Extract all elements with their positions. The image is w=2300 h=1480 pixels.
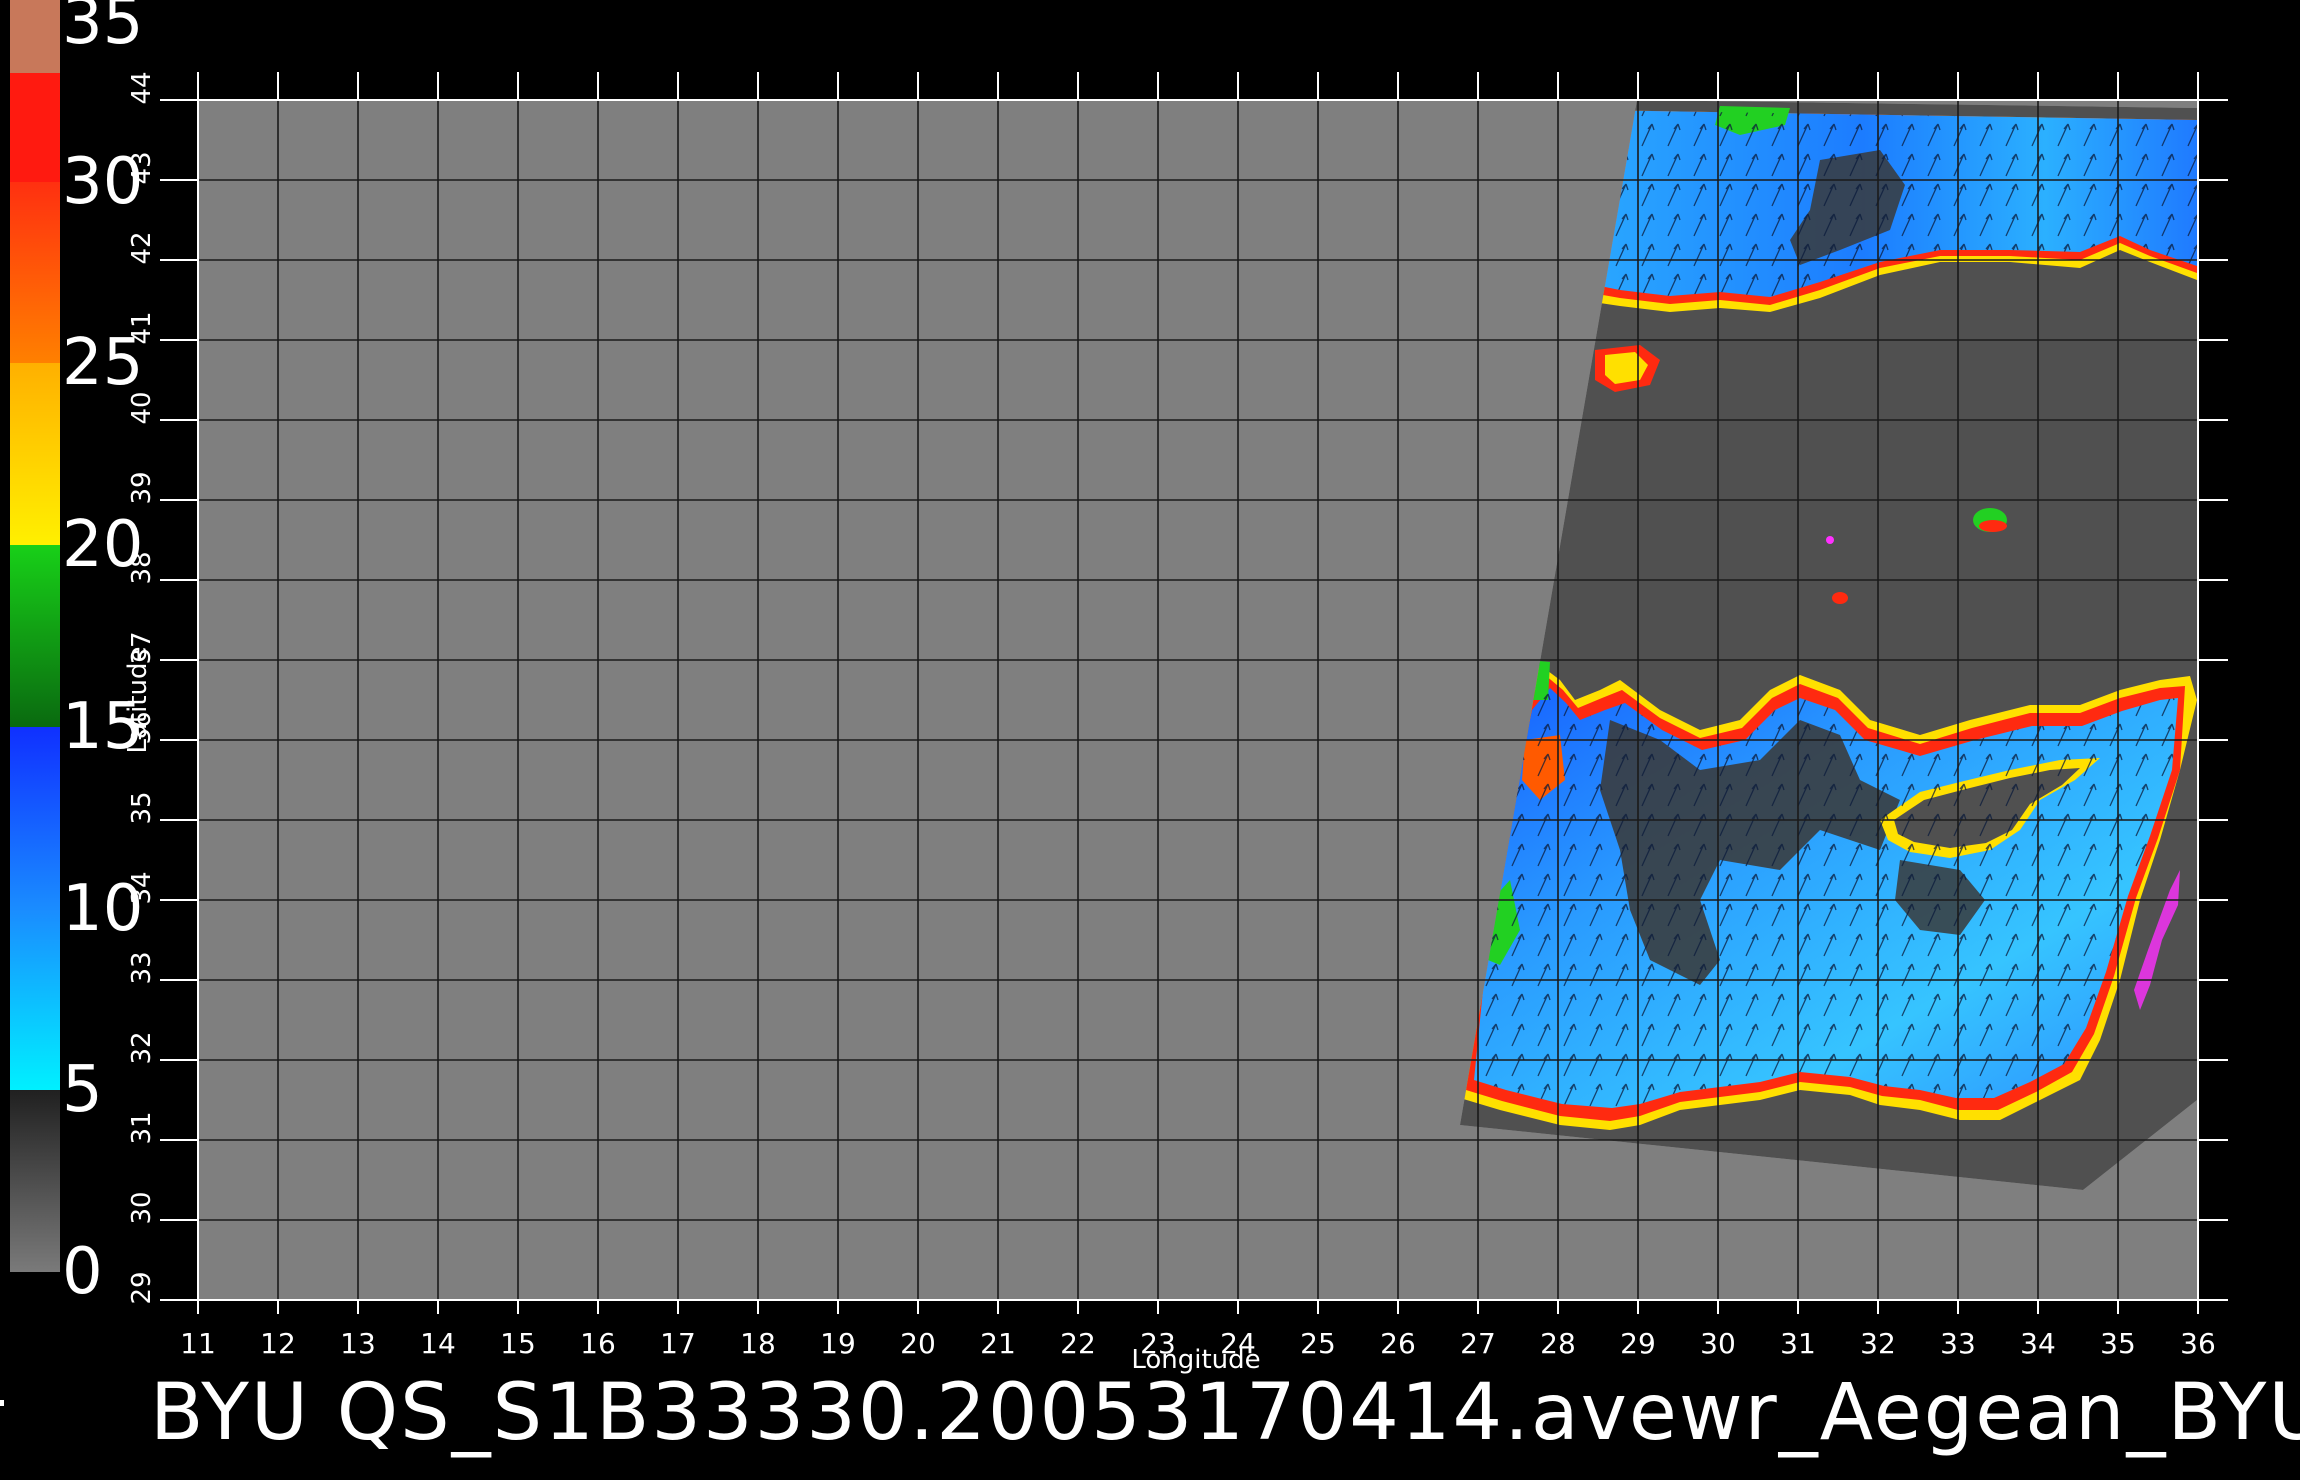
longitude-tick-label: 35 [2100, 1327, 2136, 1360]
longitude-tick-label: 29 [1620, 1327, 1656, 1360]
latitude-tick-label: 40 [127, 391, 157, 425]
longitude-tick-label: 25 [1300, 1327, 1336, 1360]
longitude-tick-label: 31 [1780, 1327, 1816, 1360]
figure-title: BYU QS_S1B33330.20053170414.avewr_Aegean… [150, 1368, 2300, 1458]
longitude-tick-label: 27 [1460, 1327, 1496, 1360]
med-wind-vectors [1474, 688, 2178, 1108]
longitude-tick-label: 36 [2180, 1327, 2216, 1360]
lake-egirdir [1832, 592, 1848, 604]
latitude-tick-label: 29 [127, 1271, 157, 1305]
longitude-tick-label: 28 [1540, 1327, 1576, 1360]
longitude-tick-label: 19 [820, 1327, 856, 1360]
edge-mark [0, 1400, 4, 1406]
longitude-tick-label: 30 [1700, 1327, 1736, 1360]
longitude-tick-label: 18 [740, 1327, 776, 1360]
latitude-tick-label: 43 [127, 151, 157, 185]
wind-speed-map-figure: 35 30 25 20 15 10 5 0 11 12 13 14 15 16 … [0, 0, 2300, 1480]
y-axis-label: Latitude [123, 646, 153, 754]
longitude-tick-label: 16 [580, 1327, 616, 1360]
longitude-tick-label: 17 [660, 1327, 696, 1360]
longitude-tick-label: 34 [2020, 1327, 2056, 1360]
latitude-tick-label: 35 [127, 791, 157, 825]
latitude-tick-label: 34 [127, 871, 157, 905]
latitude-tick-label: 39 [127, 471, 157, 505]
longitude-tick-label: 21 [980, 1327, 1016, 1360]
latitude-tick-label: 41 [127, 311, 157, 345]
longitude-tick-label: 12 [260, 1327, 296, 1360]
longitude-tick-label: 11 [180, 1327, 216, 1360]
longitude-tick-label: 26 [1380, 1327, 1416, 1360]
lake-tuz-rim [1979, 520, 2007, 532]
latitude-tick-label: 33 [127, 951, 157, 985]
longitude-tick-label: 15 [500, 1327, 536, 1360]
latitude-tick-label: 31 [127, 1111, 157, 1145]
longitude-tick-label: 22 [1060, 1327, 1096, 1360]
latitude-tick-label: 32 [127, 1031, 157, 1065]
latitude-tick-label: 30 [127, 1191, 157, 1225]
latitude-tick-label: 42 [127, 231, 157, 265]
longitude-tick-label: 20 [900, 1327, 936, 1360]
map-plot [160, 72, 2228, 1314]
latitude-tick-label: 44 [127, 71, 157, 105]
latitude-tick-label: 38 [127, 551, 157, 585]
longitude-tick-label: 32 [1860, 1327, 1896, 1360]
lake-beysehir [1826, 536, 1834, 544]
longitude-tick-label: 33 [1940, 1327, 1976, 1360]
longitude-tick-label: 14 [420, 1327, 456, 1360]
longitude-tick-label: 13 [340, 1327, 376, 1360]
